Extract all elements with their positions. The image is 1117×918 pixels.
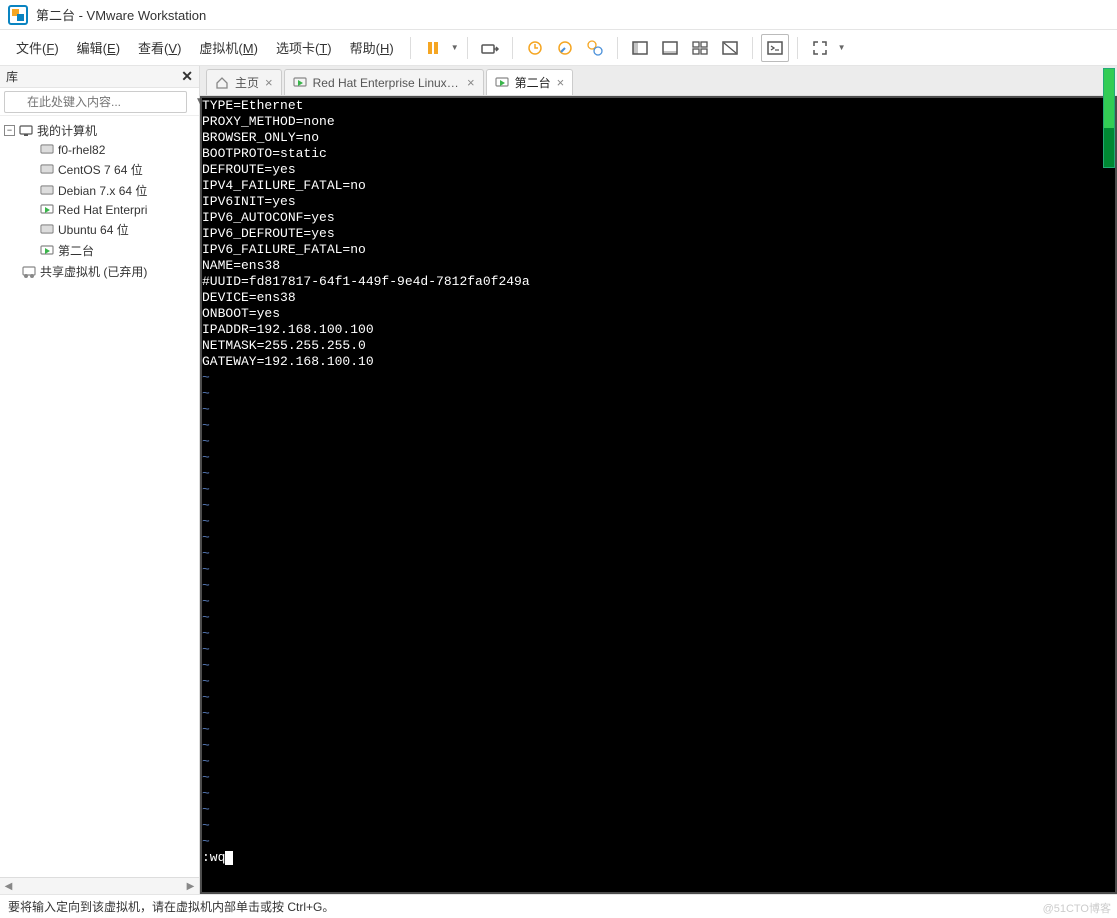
sidebar-hscroll[interactable]: ◀ ▶ [0,877,199,894]
tree-vm-rhel[interactable]: Red Hat Enterpri [0,201,199,219]
vm-off-icon [40,163,54,177]
separator [410,37,411,59]
sidebar-header: 库 ✕ [0,66,199,88]
home-icon [215,76,229,90]
vm-on-icon [40,203,54,217]
vmware-logo-icon [8,5,28,25]
menu-file[interactable]: 文件(F) [8,34,67,61]
send-ctrl-alt-del-button[interactable] [476,34,504,62]
view-single-button[interactable] [626,34,654,62]
vm-off-icon [40,184,54,198]
tab-close-icon[interactable]: × [467,75,475,90]
tab-rhel[interactable]: Red Hat Enterprise Linux 7 64 ... × [284,69,484,95]
vm-on-icon [40,244,54,258]
library-tree: − 我的计算机 f0-rhel82 CentOS 7 64 位 Debian 7… [0,116,199,877]
terminal[interactable]: TYPE=EthernetPROXY_METHOD=noneBROWSER_ON… [202,98,1115,892]
tree-label: Debian 7.x 64 位 [58,182,147,199]
fullscreen-button[interactable] [806,34,834,62]
status-hint: 要将输入定向到该虚拟机，请在虚拟机内部单击或按 Ctrl+G。 [8,898,334,915]
sidebar-close-icon[interactable]: ✕ [181,68,193,85]
tree-vm-second[interactable]: 第二台 [0,240,199,261]
content-area: 库 ✕ 🔍 ▼ − 我的计算机 f0-rhel82 [0,66,1117,894]
library-search-input[interactable] [4,91,187,113]
tree-label: Red Hat Enterpri [58,203,147,217]
fullscreen-dropdown-icon[interactable]: ▼ [838,43,846,52]
tab-home[interactable]: 主页 × [206,69,282,95]
separator [752,37,753,59]
tree-shared-vms[interactable]: 共享虚拟机 (已弃用) [0,261,199,282]
view-thumbnail-button[interactable] [686,34,714,62]
sidebar-title: 库 [6,68,18,85]
separator [512,37,513,59]
menu-view[interactable]: 查看(V) [130,34,189,61]
tree-label: 第二台 [58,242,94,259]
pause-button[interactable] [419,34,447,62]
scroll-track[interactable] [17,878,182,894]
menu-vm[interactable]: 虚拟机(M) [191,34,266,61]
vm-off-icon [40,223,54,237]
tab-close-icon[interactable]: × [265,75,273,90]
watermark: @51CTO博客 [1043,900,1111,916]
vm-console-view[interactable]: TYPE=EthernetPROXY_METHOD=noneBROWSER_ON… [200,96,1117,894]
search-row: 🔍 ▼ [0,88,199,116]
statusbar: 要将输入定向到该虚拟机，请在虚拟机内部单击或按 Ctrl+G。 [0,894,1117,918]
menubar: 文件(F) 编辑(E) 查看(V) 虚拟机(M) 选项卡(T) 帮助(H) ▼ [0,30,1117,66]
view-unity-button[interactable] [716,34,744,62]
scroll-left-icon[interactable]: ◀ [0,878,17,895]
separator [797,37,798,59]
vm-on-icon [495,76,509,90]
menu-tabs[interactable]: 选项卡(T) [268,34,340,61]
computer-icon [19,124,33,138]
snapshot-manager-button[interactable] [581,34,609,62]
snapshot-revert-button[interactable] [551,34,579,62]
tab-close-icon[interactable]: × [557,75,565,90]
tree-vm-ubuntu[interactable]: Ubuntu 64 位 [0,219,199,240]
tree-collapse-icon[interactable]: − [4,125,15,136]
menu-edit[interactable]: 编辑(E) [69,34,128,61]
tree-vm-debian7[interactable]: Debian 7.x 64 位 [0,180,199,201]
tree-vm-f0-rhel82[interactable]: f0-rhel82 [0,141,199,159]
library-sidebar: 库 ✕ 🔍 ▼ − 我的计算机 f0-rhel82 [0,66,200,894]
vm-off-icon [40,143,54,157]
menu-help[interactable]: 帮助(H) [342,34,402,61]
tab-label: 主页 [235,74,259,91]
separator [617,37,618,59]
window-title: 第二台 - VMware Workstation [36,5,206,24]
tab-label: 第二台 [515,74,551,91]
tree-vm-centos7[interactable]: CentOS 7 64 位 [0,159,199,180]
main-area: 主页 × Red Hat Enterprise Linux 7 64 ... ×… [200,66,1117,894]
titlebar: 第二台 - VMware Workstation [0,0,1117,30]
tree-label: Ubuntu 64 位 [58,221,129,238]
pause-dropdown-icon[interactable]: ▼ [451,43,459,52]
snapshot-take-button[interactable] [521,34,549,62]
tree-root-my-computer[interactable]: − 我的计算机 [0,120,199,141]
tab-second[interactable]: 第二台 × [486,69,574,95]
scroll-right-icon[interactable]: ▶ [182,878,199,895]
tree-label: f0-rhel82 [58,143,105,157]
activity-indicator [1103,68,1115,168]
tree-label: 共享虚拟机 (已弃用) [40,263,147,280]
vm-on-icon [293,76,307,90]
view-console-button[interactable] [656,34,684,62]
tree-root-label: 我的计算机 [37,122,97,139]
tab-label: Red Hat Enterprise Linux 7 64 ... [313,76,461,90]
console-view-button[interactable] [761,34,789,62]
tab-bar: 主页 × Red Hat Enterprise Linux 7 64 ... ×… [200,66,1117,96]
tree-label: CentOS 7 64 位 [58,161,143,178]
separator [467,37,468,59]
shared-icon [22,265,36,279]
